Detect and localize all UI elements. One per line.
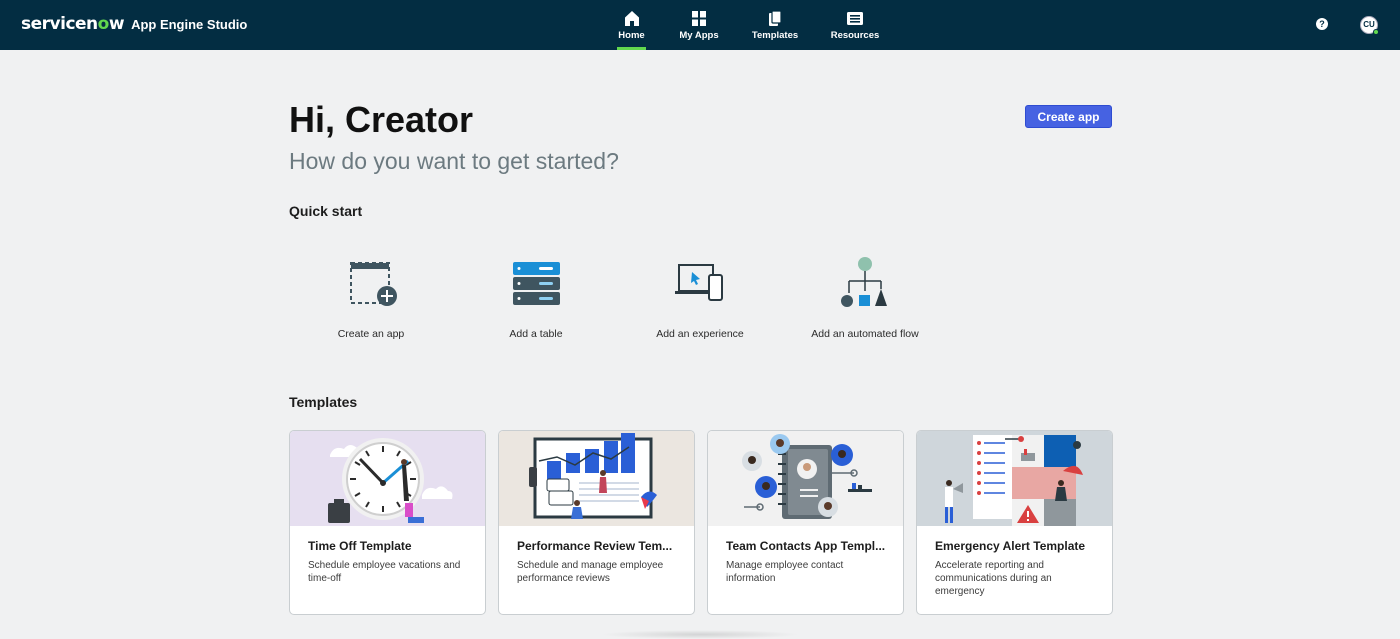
quick-start-create-app[interactable]: Create an app: [291, 255, 451, 350]
quick-start-add-table-label: Add a table: [509, 328, 563, 340]
nav-templates[interactable]: Templates: [752, 0, 798, 50]
brand[interactable]: servicenow App Engine Studio: [21, 14, 247, 36]
flow-icon: [841, 257, 887, 307]
nav-home-label: Home: [618, 30, 645, 41]
template-card-title: Emergency Alert Template: [935, 539, 1086, 553]
emergency-alert-illustration: [917, 431, 1112, 526]
resources-icon: [847, 12, 863, 25]
template-card-title: Time Off Template: [308, 539, 412, 553]
quick-start-add-experience-label: Add an experience: [656, 328, 744, 340]
nav-my-apps-label: My Apps: [679, 30, 719, 41]
quick-start-create-app-label: Create an app: [337, 328, 405, 340]
template-card-description: Schedule and manage employee performance…: [517, 560, 664, 584]
performance-review-illustration: [499, 431, 694, 526]
app-name: App Engine Studio: [131, 17, 248, 32]
templates-icon: [769, 10, 782, 26]
team-contacts-illustration: [708, 431, 903, 526]
home-icon: [624, 11, 639, 26]
create-app-icon: [350, 262, 397, 306]
scroll-shadow: [600, 630, 800, 639]
apps-grid-icon: [692, 11, 706, 26]
nav-templates-label: Templates: [751, 30, 799, 41]
nav-home[interactable]: Home: [617, 0, 646, 50]
help-icon[interactable]: ?: [1316, 18, 1328, 30]
quick-start-add-flow-label: Add an automated flow: [811, 328, 919, 340]
template-card-title: Team Contacts App Templ...: [726, 539, 886, 553]
page-title: Hi, Creator: [289, 99, 474, 140]
nav-resources[interactable]: Resources: [830, 0, 880, 50]
database-icon: [513, 262, 560, 305]
quick-start-add-flow[interactable]: Add an automated flow: [785, 255, 945, 350]
quick-start-add-experience[interactable]: Add an experience: [620, 255, 780, 350]
template-card-time-off[interactable]: Time Off Template Schedule employee vaca…: [289, 430, 486, 615]
logo-text-part1: servicen: [21, 14, 98, 34]
template-card-team-contacts[interactable]: Team Contacts App Templ... Manage employ…: [707, 430, 904, 615]
devices-icon: [675, 264, 723, 301]
quick-start-heading: Quick start: [289, 203, 363, 219]
logo-text-part2: w: [108, 14, 125, 34]
create-app-button[interactable]: Create app: [1025, 105, 1112, 128]
page-subtitle: How do you want to get started?: [289, 148, 619, 174]
top-navigation-bar: servicenow App Engine Studio Home My App…: [0, 0, 1400, 50]
logo-text-o: o: [97, 14, 110, 34]
servicenow-logo: servicenow: [21, 14, 125, 34]
presence-indicator: [1373, 29, 1379, 35]
template-card-performance-review[interactable]: Performance Review Tem... Schedule and m…: [498, 430, 695, 615]
template-card-title: Performance Review Tem...: [517, 539, 673, 553]
template-card-description: Accelerate reporting and communications …: [935, 560, 1052, 597]
nav-resources-label: Resources: [830, 30, 880, 41]
template-card-emergency-alert[interactable]: Emergency Alert Template Accelerate repo…: [916, 430, 1113, 615]
template-card-description: Manage employee contact information: [726, 560, 844, 584]
nav-my-apps[interactable]: My Apps: [679, 0, 719, 50]
time-off-illustration: [290, 431, 485, 526]
quick-start-add-table[interactable]: Add a table: [456, 255, 616, 350]
templates-heading: Templates: [289, 394, 358, 410]
template-card-description: Schedule employee vacations and time-off: [308, 560, 461, 584]
